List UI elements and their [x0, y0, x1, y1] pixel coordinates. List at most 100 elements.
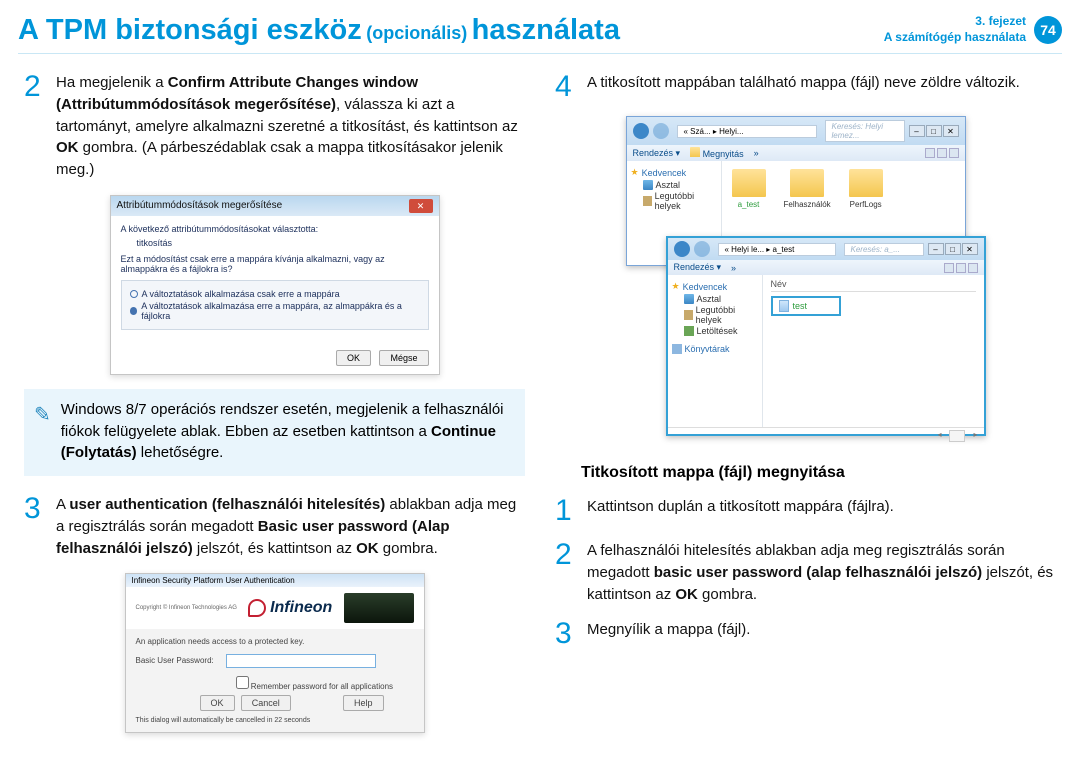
left-column: 2 Ha megjelenik a Confirm Attribute Chan… [24, 72, 525, 747]
back-icon[interactable] [633, 123, 649, 139]
view-icon[interactable] [956, 263, 966, 273]
step-number: 3 [555, 619, 577, 649]
breadcrumb[interactable]: « Helyi le... ▸ a_test [718, 243, 836, 256]
password-label: Basic User Password: [136, 656, 214, 665]
title-optional: (opcionális) [366, 23, 467, 43]
step-number: 2 [555, 540, 577, 605]
ok-button[interactable]: OK [200, 695, 235, 711]
sidebar-favorites[interactable]: ★Kedvencek [631, 167, 717, 178]
dialog-title: Infineon Security Platform User Authenti… [126, 574, 424, 587]
radio-option-2[interactable]: A változtatások alkalmazása erre a mappá… [130, 301, 420, 321]
star-icon: ★ [631, 167, 639, 178]
radio-option-1[interactable]: A változtatások alkalmazása csak erre a … [130, 289, 420, 299]
sidebar-item-recent[interactable]: Legutóbbi helyek [684, 305, 758, 325]
step-text: A felhasználói hitelesítés ablakban adja… [587, 540, 1056, 605]
step-text: A titkosított mappában található mappa (… [587, 72, 1020, 102]
step-number: 4 [555, 72, 577, 102]
search-input[interactable]: Keresés: Helyi lemez... [825, 120, 905, 142]
explorer-screenshot: « Szá... ▸ Helyi... Keresés: Helyi lemez… [626, 116, 986, 446]
view-icon[interactable] [944, 263, 954, 273]
search-input[interactable]: Keresés: a_... [844, 243, 924, 256]
more-toolbar[interactable]: » [754, 148, 759, 158]
remember-checkbox[interactable] [236, 676, 249, 689]
infineon-text: Infineon [270, 599, 332, 617]
back-icon[interactable] [674, 241, 690, 257]
view-icon[interactable] [925, 148, 935, 158]
open-step-1: 1 Kattintson duplán a titkosított mappár… [555, 496, 1056, 526]
star-icon: ★ [672, 281, 680, 292]
folder-item[interactable]: a_test [732, 169, 766, 209]
open-step-2: 2 A felhasználói hitelesítés ablakban ad… [555, 540, 1056, 605]
header-rule [18, 53, 1062, 54]
title-main: A TPM biztonsági eszköz [18, 14, 362, 46]
step-text: Ha megjelenik a Confirm Attribute Change… [56, 72, 525, 181]
folder-item[interactable]: PerfLogs [849, 169, 883, 209]
desktop-icon [643, 180, 653, 190]
step-number: 3 [24, 494, 46, 559]
open-menu[interactable]: Megnyitás [703, 149, 744, 159]
note-text: Windows 8/7 operációs rendszer esetén, m… [61, 399, 511, 464]
ok-button[interactable]: OK [336, 350, 371, 366]
chip-icon [344, 593, 414, 623]
file-name: test [793, 301, 808, 311]
step-text: Megnyílik a mappa (fájl). [587, 619, 750, 649]
dialog-title: Attribútummódosítások megerősítése [117, 200, 283, 211]
infineon-mark-icon [248, 599, 266, 617]
sidebar-item-desktop[interactable]: Asztal [684, 294, 758, 304]
auth-message: An application needs access to a protect… [136, 637, 414, 646]
folder-icon [732, 169, 766, 197]
page-number-badge: 74 [1034, 16, 1062, 44]
sort-menu[interactable]: Rendezés ▾ [674, 262, 722, 273]
step-3: 3 A user authentication (felhasználói hi… [24, 494, 525, 559]
breadcrumb[interactable]: « Szá... ▸ Helyi... [677, 125, 817, 138]
cancel-button[interactable]: Mégse [379, 350, 428, 366]
recent-icon [684, 310, 693, 320]
file-item-selected[interactable]: test [771, 296, 841, 316]
column-header-name[interactable]: Név [771, 279, 976, 292]
more-toolbar[interactable]: » [731, 263, 736, 273]
window-controls: –□✕ [928, 243, 978, 255]
window-controls: –□✕ [909, 125, 959, 137]
sort-menu[interactable]: Rendezés ▾ [633, 148, 681, 159]
dialog-line: A következő attribútummódosításokat vála… [121, 224, 429, 234]
infineon-logo: Infineon [248, 599, 332, 617]
explorer-window-front: « Helyi le... ▸ a_test Keresés: a_... –□… [666, 236, 986, 436]
step-text: Kattintson duplán a titkosított mappára … [587, 496, 894, 526]
sidebar-favorites[interactable]: ★Kedvencek [672, 281, 758, 292]
forward-icon[interactable] [653, 123, 669, 139]
scroll-thumb[interactable] [949, 430, 965, 442]
open-step-3: 3 Megnyílik a mappa (fájl). [555, 619, 1056, 649]
auth-footer: This dialog will automatically be cancel… [136, 717, 414, 724]
help-button[interactable]: Help [343, 695, 384, 711]
explorer-toolbar: Rendezés ▾ » [668, 260, 984, 275]
sidebar-item-recent[interactable]: Legutóbbi helyek [643, 191, 717, 211]
step-number: 1 [555, 496, 577, 526]
document-icon [779, 300, 789, 312]
folder-icon [790, 169, 824, 197]
radio-group: A változtatások alkalmazása csak erre a … [121, 280, 429, 330]
subheading-open-encrypted: Titkosított mappa (fájl) megnyitása [581, 464, 1056, 482]
page-header: A TPM biztonsági eszköz (opcionális) has… [0, 0, 1080, 49]
dialog-confirm-attribute: Attribútummódosítások megerősítése ✕ A k… [110, 195, 440, 375]
help-icon[interactable] [949, 148, 959, 158]
cancel-button[interactable]: Cancel [241, 695, 291, 711]
sidebar-item-desktop[interactable]: Asztal [643, 180, 717, 190]
right-column: 4 A titkosított mappában található mappa… [555, 72, 1056, 747]
chapter-label: 3. fejezet [884, 14, 1026, 30]
sidebar-item-downloads[interactable]: Letöltések [684, 326, 758, 336]
close-icon[interactable]: ✕ [409, 199, 433, 213]
header-meta: 3. fejezet A számítógép használata 74 [884, 14, 1062, 45]
recent-icon [643, 196, 652, 206]
folder-item[interactable]: Felhasználók [784, 169, 831, 209]
page-title: A TPM biztonsági eszköz (opcionális) has… [18, 14, 620, 47]
title-after: használata [472, 14, 620, 46]
password-input[interactable] [226, 654, 376, 668]
sidebar-libraries[interactable]: Könyvtárak [672, 344, 758, 354]
step-4: 4 A titkosított mappában található mappa… [555, 72, 1056, 102]
help-icon[interactable] [968, 263, 978, 273]
download-icon [684, 326, 694, 336]
forward-icon[interactable] [694, 241, 710, 257]
desktop-icon [684, 294, 694, 304]
note-box: ✎ Windows 8/7 operációs rendszer esetén,… [24, 389, 525, 476]
view-icon[interactable] [937, 148, 947, 158]
